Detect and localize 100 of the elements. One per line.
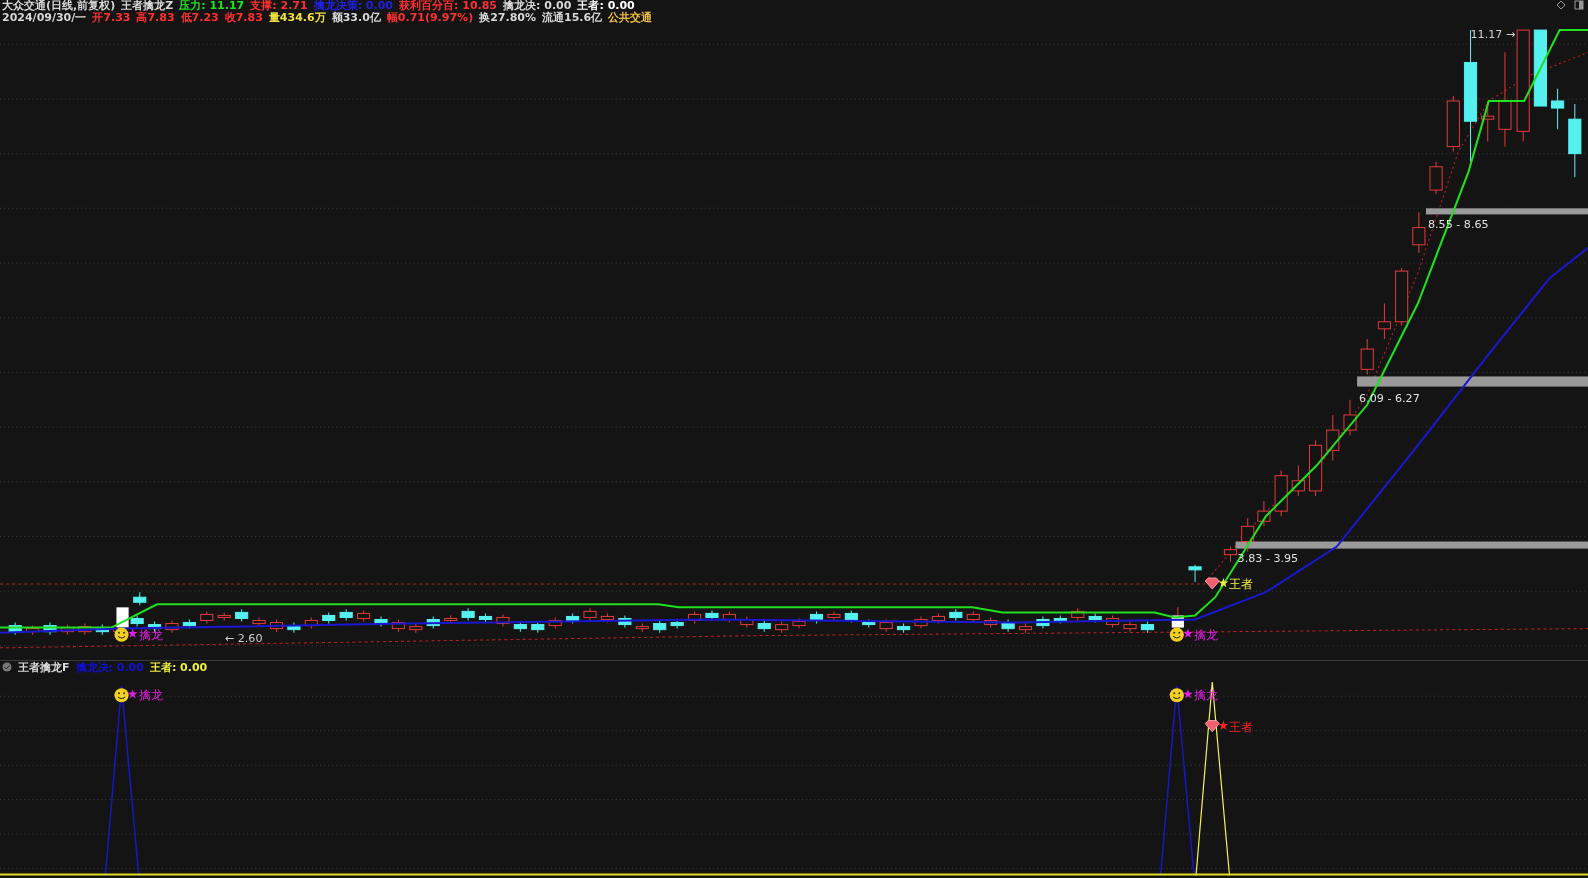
candlestick: [26, 625, 40, 636]
candlestick: [391, 619, 405, 633]
candlestick: [133, 591, 147, 606]
candlestick: [1395, 267, 1409, 327]
signal-label: 擒龙: [138, 627, 163, 642]
indicator-text: 擒龙决: 0.00: [503, 0, 572, 12]
candlestick: [444, 614, 458, 625]
candlestick: [722, 610, 736, 624]
candlestick: [827, 610, 841, 621]
indicator-text: 支撑: 2.71: [250, 0, 308, 12]
quote-text: 幅0.71(9.97%): [386, 12, 474, 24]
candlestick: [478, 612, 493, 624]
candlestick: [1088, 612, 1102, 624]
candlestick: [374, 615, 388, 628]
candlestick: [1429, 161, 1443, 195]
candlestick: [60, 624, 75, 636]
candlestick: [1071, 607, 1085, 621]
candlestick: [182, 619, 196, 630]
candlestick: [862, 619, 876, 629]
candlestick: [200, 610, 214, 625]
candlestick: [566, 612, 580, 625]
candlestick: [844, 609, 858, 624]
candlestick: [1001, 619, 1015, 633]
candlestick: [583, 607, 597, 621]
quote-text: 换27.80%: [479, 12, 536, 24]
indicator-text: 王者: 0.00: [577, 0, 635, 12]
candlestick: [1412, 211, 1426, 254]
candlestick: [1360, 338, 1374, 375]
candlestick: [269, 619, 284, 633]
candlestick: [1326, 414, 1340, 461]
candlestick: [1291, 465, 1305, 497]
quote-text: 公共交通: [608, 12, 653, 24]
candlestick: [235, 608, 249, 623]
candlestick: [1123, 621, 1137, 633]
candlestick: [966, 610, 980, 624]
candlestick: [635, 623, 649, 633]
candlestick: [809, 610, 824, 625]
candlestick: [984, 616, 998, 629]
candlestick: [1106, 614, 1120, 629]
quote-text: 开7.33: [92, 12, 131, 24]
star-icon: [1183, 628, 1193, 638]
quote-text: 额33.0亿: [331, 12, 381, 24]
candlestick: [322, 611, 336, 625]
star-icon: [127, 628, 138, 638]
candlestick: [1223, 546, 1238, 563]
candlestick: [879, 619, 893, 633]
star-icon: [127, 689, 138, 699]
candlestick: [1241, 517, 1255, 553]
signal-label: 王者: [1229, 577, 1254, 592]
indicator-text: 获利百分百: 10.85: [399, 0, 498, 12]
candlestick: [1481, 100, 1495, 142]
candlestick: [914, 615, 928, 630]
star-icon: [1218, 577, 1229, 588]
candlestick: [670, 619, 684, 630]
quote-text: 量434.6万: [268, 12, 326, 24]
candlestick: [1446, 95, 1460, 153]
candlestick: [705, 609, 719, 621]
quote-text: 流通15.6亿: [542, 12, 603, 24]
price-label: ← 2.60: [224, 631, 263, 645]
signal-label: 擒龙: [1194, 627, 1219, 642]
candlestick: [8, 622, 22, 636]
candlestick: [757, 620, 771, 633]
candlestick: [600, 612, 615, 624]
indicator-text: 擒龙决: 0.00: [75, 659, 144, 675]
candlestick: [949, 608, 963, 621]
candlestick: [304, 616, 318, 630]
candlestick: [740, 615, 754, 629]
signal-label: 擒龙: [138, 688, 163, 703]
candlestick: [461, 607, 475, 621]
candlestick: [792, 617, 806, 630]
candlestick: [1140, 621, 1155, 634]
diamond-icon[interactable]: [1556, 0, 1566, 10]
candlestick: [357, 609, 371, 623]
candlestick: [531, 621, 545, 634]
check-icon[interactable]: [2, 662, 12, 673]
candlestick: [165, 620, 179, 634]
candlestick: [1257, 500, 1271, 527]
candlestick: [618, 614, 632, 629]
indicator-text: 大众交通(日线,前复权): [2, 0, 116, 12]
candlestick: [687, 610, 702, 625]
candlestick: [775, 621, 789, 634]
candlestick: [496, 613, 510, 628]
candlestick: [548, 616, 562, 630]
gem-icon: [1204, 720, 1220, 733]
candlestick: [653, 620, 667, 634]
star-icon: [1183, 689, 1193, 699]
quote-text: 低7.23: [180, 12, 219, 24]
candlestick: [1551, 88, 1565, 130]
indicator-text: 擒龙决策: 0.00: [313, 0, 393, 12]
gem-icon: [1204, 577, 1220, 590]
candlestick: [1274, 470, 1288, 517]
signal-label: 王者: [1229, 719, 1254, 734]
candlestick: [409, 623, 423, 634]
indicator-title: 王者擒龙F: [18, 659, 70, 675]
smiley-icon: [114, 627, 129, 642]
panel-icon[interactable]: [1574, 0, 1584, 10]
candlestick: [339, 608, 353, 621]
candlestick: [95, 624, 109, 636]
candlestick: [1188, 564, 1202, 583]
candlestick: [217, 611, 231, 621]
